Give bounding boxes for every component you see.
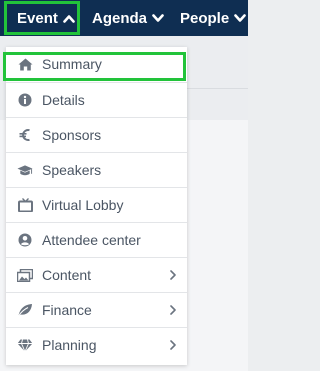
- page-divider: [180, 88, 248, 89]
- euro-icon: [17, 127, 33, 143]
- chevron-down-icon: [152, 13, 164, 23]
- menu-item-details[interactable]: Details: [6, 82, 187, 117]
- chevron-right-icon: [169, 269, 177, 281]
- nav-agenda-label: Agenda: [92, 9, 148, 27]
- event-dropdown-menu: Summary Details Sponsors Speakers Virtua…: [6, 47, 187, 365]
- leaf-icon: [17, 302, 33, 318]
- menu-item-label: Details: [42, 92, 85, 108]
- menu-item-label: Finance: [42, 302, 92, 318]
- menu-item-speakers[interactable]: Speakers: [6, 152, 187, 187]
- menu-item-sponsors[interactable]: Sponsors: [6, 117, 187, 152]
- chevron-down-icon: [234, 13, 246, 23]
- chevron-right-icon: [169, 339, 177, 351]
- menu-item-planning[interactable]: Planning: [6, 327, 187, 362]
- top-navigation-bar: Event Agenda People: [0, 0, 248, 36]
- menu-item-attendee-center[interactable]: Attendee center: [6, 222, 187, 257]
- user-circle-icon: [17, 232, 33, 248]
- graduation-cap-icon: [17, 162, 33, 178]
- home-icon: [17, 56, 33, 72]
- chevron-up-icon: [63, 14, 75, 23]
- menu-item-virtual-lobby[interactable]: Virtual Lobby: [6, 187, 187, 222]
- nav-event[interactable]: Event: [4, 1, 80, 35]
- menu-item-summary[interactable]: Summary: [6, 47, 187, 82]
- menu-item-label: Speakers: [42, 162, 102, 178]
- chevron-right-icon: [169, 304, 177, 316]
- menu-item-finance[interactable]: Finance: [6, 292, 187, 327]
- nav-agenda[interactable]: Agenda: [92, 0, 164, 36]
- menu-item-label: Summary: [42, 56, 102, 72]
- menu-item-label: Sponsors: [42, 127, 102, 143]
- menu-item-content[interactable]: Content: [6, 257, 187, 292]
- diamond-icon: [17, 337, 33, 353]
- images-icon: [17, 267, 33, 283]
- menu-item-label: Attendee center: [42, 232, 141, 248]
- nav-people[interactable]: People: [180, 0, 246, 36]
- menu-item-label: Planning: [42, 337, 97, 353]
- nav-event-label: Event: [17, 9, 58, 27]
- menu-item-label: Content: [42, 267, 92, 283]
- tv-icon: [17, 197, 33, 213]
- info-icon: [17, 92, 33, 108]
- nav-people-label: People: [180, 9, 230, 27]
- menu-item-label: Virtual Lobby: [42, 197, 124, 213]
